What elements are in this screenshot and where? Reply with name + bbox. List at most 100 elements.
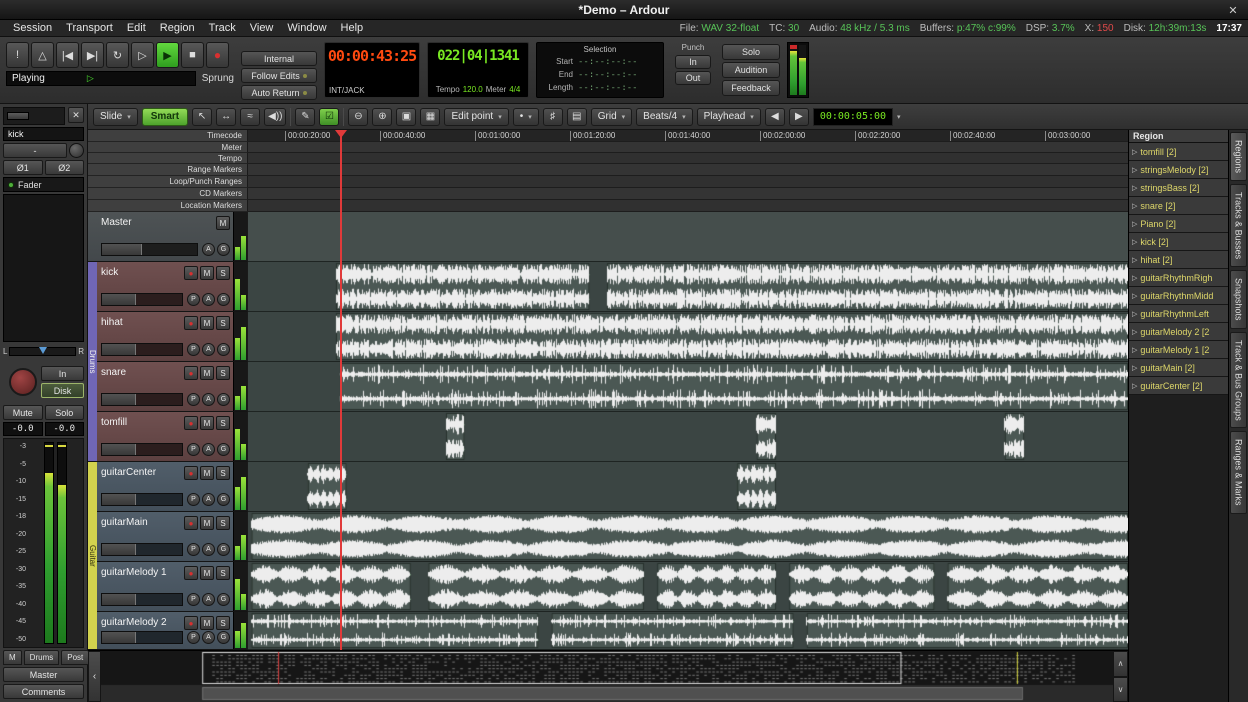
region-list-item[interactable]: ▷guitarRhythmMidd [1129,287,1228,305]
track-lane-guitarmelody-2[interactable] [248,612,1128,650]
record-enable-knob[interactable] [9,368,37,396]
record-arm-button[interactable]: ● [184,416,198,430]
grid-unit-dropdown[interactable]: Beats/4▾ [636,108,692,126]
edit-point-dropdown[interactable]: Edit point▾ [444,108,508,126]
range-tool-button[interactable]: ↔ [216,108,236,126]
gain-fader[interactable] [101,631,183,644]
ruler-lane-meter[interactable] [248,142,1128,153]
ruler-lane-location-markers[interactable] [248,200,1128,212]
a-button[interactable]: A [202,593,215,606]
summary-overview[interactable] [101,651,1113,702]
group-strip-drums[interactable]: Drums [88,262,97,462]
track-header-hihat[interactable]: hihat●MSPAG [88,312,248,362]
goto-end-button[interactable]: ▶| [81,42,104,68]
menu-session[interactable]: Session [6,22,59,34]
menu-window[interactable]: Window [280,22,333,34]
region-list-item[interactable]: ▷tomfill [2] [1129,143,1228,161]
nudge-clock[interactable]: 00:00:05:00 [813,108,893,126]
region-list-item[interactable]: ▷guitarRhythmLeft [1129,305,1228,323]
scroll-down-button[interactable]: ∨ [1113,677,1128,702]
record-arm-button[interactable]: ● [184,516,198,530]
record-button[interactable]: ● [206,42,229,68]
meter-value[interactable]: 4/4 [509,85,520,94]
g-button[interactable]: G [217,593,230,606]
track-header-kick[interactable]: kick●MSPAG [88,262,248,312]
region-list-item[interactable]: ▷guitarCenter [2] [1129,377,1228,395]
g-button[interactable]: G [217,243,230,256]
g-button[interactable]: G [217,493,230,506]
mute-button[interactable]: M [200,466,214,480]
solo-button[interactable]: S [216,516,230,530]
primary-clock[interactable]: 00:00:43:25 INT/JACK [324,42,420,98]
side-tab-ranges-marks[interactable]: Ranges & Marks [1230,431,1247,514]
mute-button[interactable]: M [200,316,214,330]
transport-mode-internal[interactable]: Internal [241,51,317,66]
punch-out-button[interactable]: Out [675,71,711,85]
track-header-master[interactable]: MasterMAG [88,212,248,262]
draw-tool-button[interactable]: ✎ [295,108,315,126]
p-button[interactable]: P [187,631,200,644]
mute-button[interactable]: M [200,566,214,580]
input-button[interactable]: In [41,366,84,381]
region-list-item[interactable]: ▷guitarMain [2] [1129,359,1228,377]
note-length-dropdown[interactable]: •▾ [513,108,539,126]
object-tool-button[interactable]: ↖ [192,108,212,126]
p-button[interactable]: P [187,393,200,406]
processor-box[interactable] [3,194,84,342]
solo-button[interactable]: S [216,316,230,330]
g-button[interactable]: G [217,393,230,406]
mute-button[interactable]: M [200,616,214,630]
record-arm-button[interactable]: ● [184,266,198,280]
play-selection-button[interactable]: ▷ [131,42,154,68]
zoom-fit-button[interactable]: ▣ [396,108,416,126]
transport-mode-auto-return[interactable]: Auto Return [241,85,317,100]
secondary-clock[interactable]: 022|04|1341 Tempo 120.0 Meter 4/4 [427,42,529,98]
track-header-guitarcenter[interactable]: guitarCenter●MSPAG [88,462,248,512]
region-list-item[interactable]: ▷stringsMelody [2] [1129,161,1228,179]
snap-mode-button[interactable]: ♯ [543,108,563,126]
zoom-in-button[interactable]: ⊕ [372,108,392,126]
a-button[interactable]: A [202,493,215,506]
p-button[interactable]: P [187,293,200,306]
punch-in-button[interactable]: In [675,55,711,69]
scroll-left-button[interactable]: ‹ [88,651,101,702]
comments-button[interactable]: Comments [3,684,84,699]
solo-button[interactable]: S [216,366,230,380]
nudge-backward-button[interactable]: ◀ [765,108,785,126]
ruler-lane-loop-punch-ranges[interactable] [248,176,1128,188]
gain-fader[interactable] [101,543,183,556]
gain-display[interactable]: -0.0 [3,422,43,436]
summary-canvas[interactable] [101,651,1113,702]
menu-view[interactable]: View [243,22,281,34]
mixer-tab-drums[interactable]: Drums [24,650,60,665]
region-list-item[interactable]: ▷guitarMelody 2 [2 [1129,323,1228,341]
a-button[interactable]: A [202,393,215,406]
tempo-value[interactable]: 120.0 [463,85,483,94]
menu-help[interactable]: Help [334,22,371,34]
track-header-snare[interactable]: snare●MSPAG [88,362,248,412]
menu-track[interactable]: Track [202,22,243,34]
gain-fader[interactable] [101,593,183,606]
midi-panic-button[interactable]: ! [6,42,29,68]
internal-edit-button[interactable]: ☑ [319,108,339,126]
disk-button[interactable]: Disk [41,383,84,398]
smart-mode-button[interactable]: Smart [142,108,188,126]
strip-name[interactable]: kick [3,127,84,141]
g-button[interactable]: G [217,293,230,306]
pan-slider[interactable] [9,347,76,356]
audition-button[interactable]: Audition [722,62,780,78]
snap-grid-button[interactable]: ▤ [567,108,587,126]
track-lane-snare[interactable] [248,362,1128,412]
record-arm-button[interactable]: ● [184,366,198,380]
mini-fader[interactable] [7,112,29,120]
zoom-focus-dropdown[interactable]: Playhead▾ [697,108,761,126]
region-list-item[interactable]: ▷Piano [2] [1129,215,1228,233]
close-icon[interactable]: ✕ [1225,2,1241,18]
track-lane-kick[interactable] [248,262,1128,312]
timefx-tool-button[interactable]: ≈ [240,108,260,126]
region-list-item[interactable]: ▷guitarMelody 1 [2 [1129,341,1228,359]
mixer-tab-m[interactable]: M [3,650,22,665]
solo-button[interactable]: S [216,566,230,580]
side-tab-track-bus-groups[interactable]: Track & Bus Groups [1230,332,1247,429]
track-lane-guitarcenter[interactable] [248,462,1128,512]
